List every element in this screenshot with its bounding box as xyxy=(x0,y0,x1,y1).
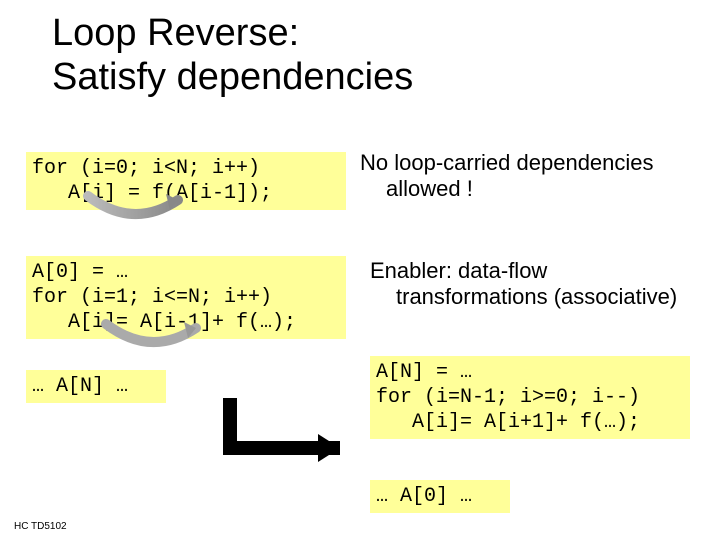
text-enabler: Enabler: data-flow transformations (asso… xyxy=(370,258,710,311)
code-line: … A[N] … xyxy=(32,375,128,398)
title-line-2: Satisfy dependencies xyxy=(52,56,413,98)
code-line: for (i=N-1; i>=0; i--) xyxy=(376,386,640,409)
code-block-read-a0: … A[0] … xyxy=(370,480,510,513)
code-block-reversed: A[N] = … for (i=N-1; i>=0; i--) A[i]= A[… xyxy=(370,356,690,439)
title-line-1: Loop Reverse: xyxy=(52,12,299,54)
l-arrow-icon xyxy=(200,398,360,478)
code-line: for (i=1; i<=N; i++) xyxy=(32,286,272,309)
code-line: … A[0] … xyxy=(376,485,472,508)
code-line: A[i]= A[i-1]+ f(…); xyxy=(32,311,296,334)
text-line: No loop-carried dependencies xyxy=(360,150,654,175)
code-line: A[i] = f(A[i-1]); xyxy=(32,182,272,205)
slide-title: Loop Reverse: Satisfy dependencies xyxy=(52,12,413,99)
code-line: A[0] = … xyxy=(32,261,128,284)
code-line: for (i=0; i<N; i++) xyxy=(32,157,260,180)
footer-text: HC TD5102 xyxy=(14,521,67,532)
code-line: A[i]= A[i+1]+ f(…); xyxy=(376,411,640,434)
text-line: allowed ! xyxy=(360,176,473,202)
text-line: Enabler: data-flow xyxy=(370,258,547,283)
code-block-original-loop: for (i=0; i<N; i++) A[i] = f(A[i-1]); xyxy=(26,152,346,210)
code-block-read-an: … A[N] … xyxy=(26,370,166,403)
code-block-forward: A[0] = … for (i=1; i<=N; i++) A[i]= A[i-… xyxy=(26,256,346,339)
text-line: transformations (associative) xyxy=(370,284,677,310)
code-line: A[N] = … xyxy=(376,361,472,384)
text-no-deps: No loop-carried dependencies allowed ! xyxy=(360,150,700,203)
slide: Loop Reverse: Satisfy dependencies for (… xyxy=(0,0,720,540)
